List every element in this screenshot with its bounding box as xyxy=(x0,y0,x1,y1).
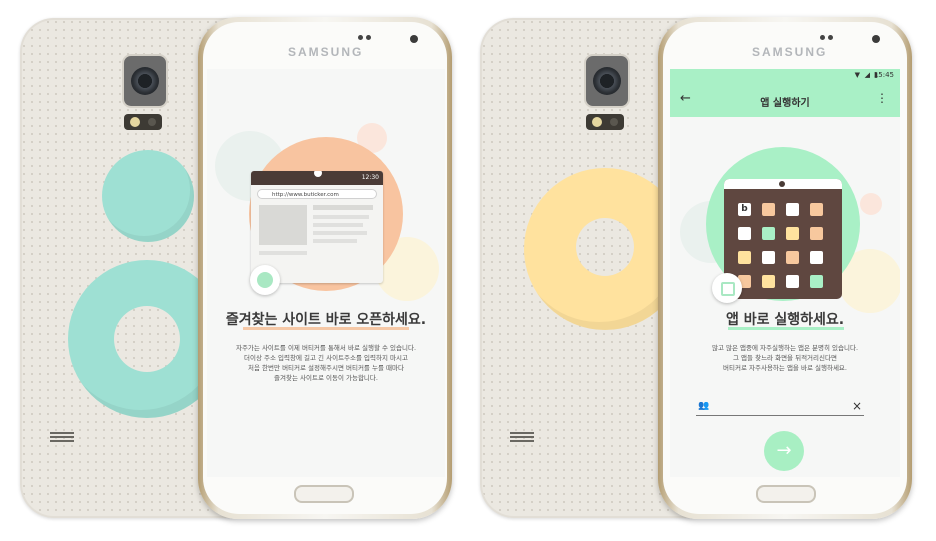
url-bar: http://www.buticker.com xyxy=(257,189,377,199)
brand-logo: SAMSUNG xyxy=(288,45,364,59)
app-bar: ← 앱 실행하기 ⋮ xyxy=(670,83,900,117)
url-text: http://www.buticker.com xyxy=(272,192,339,198)
camera-flash xyxy=(586,114,624,130)
status-bar: 15:45 ▼ ◢ ▮ xyxy=(670,69,900,83)
body-line: 더이상 주소 입력창에 길고 긴 사이트주소를 입력하지 마시고 xyxy=(244,354,408,362)
statusbar: 12:30 xyxy=(251,171,383,185)
small-round-sticker xyxy=(102,150,194,242)
left-phone-front: SAMSUNG 12:30 http://www.buticker.com 즐겨… xyxy=(198,17,452,519)
clear-icon[interactable]: × xyxy=(852,399,862,413)
appbar-title: 앱 실행하기 xyxy=(760,98,810,109)
left-screen: 12:30 http://www.buticker.com 즐겨찾는 사이트 바… xyxy=(207,69,445,477)
right-phone-front: SAMSUNG 15:45 ▼ ◢ ▮ ← 앱 실행하기 ⋮ b 앱 바로 실행… xyxy=(658,17,912,519)
more-vert-icon[interactable]: ⋮ xyxy=(876,91,888,105)
sensor-dot xyxy=(358,35,363,40)
open-in-new-icon xyxy=(712,273,742,303)
tablet-illustration: b xyxy=(724,179,842,299)
app-input[interactable] xyxy=(712,399,846,415)
headline: 즐겨찾는 사이트 바로 오픈하세요. xyxy=(225,312,427,328)
signal-icon: ◢ xyxy=(864,71,870,79)
body-line: 그 앱들 찾느라 화면을 뒤적거리신다면 xyxy=(733,354,837,362)
front-camera xyxy=(872,35,880,43)
body-line: 즐겨찾는 사이트로 이동이 가능합니다. xyxy=(274,374,378,382)
battery-icon: ▮ xyxy=(874,71,878,79)
body-line: 버티커로 자주사용하는 앱을 바로 실행하세요. xyxy=(723,364,847,372)
home-button[interactable] xyxy=(756,485,816,503)
body-line: 처음 한번만 버티커로 설정해주시면 버티커를 누를 때마다 xyxy=(248,364,404,372)
headline: 앱 바로 실행하세요. xyxy=(725,312,845,328)
camera-flash xyxy=(124,114,162,130)
sensor-dot xyxy=(820,35,825,40)
body-line: 자주가는 사이트를 이제 버티커를 통해서 바로 실행할 수 있습니다. xyxy=(235,344,417,352)
tablet-badge: b xyxy=(738,203,751,216)
camera-lens xyxy=(122,54,168,108)
front-camera xyxy=(410,35,418,43)
camera-lens xyxy=(584,54,630,108)
speaker-grill-icon xyxy=(50,432,74,444)
sensor-dot xyxy=(828,35,833,40)
statusbar-time: 12:30 xyxy=(361,174,379,181)
right-screen: 15:45 ▼ ◢ ▮ ← 앱 실행하기 ⋮ b 앱 바로 실행하세요. 많고 … xyxy=(670,69,900,477)
speaker-grill-icon xyxy=(510,432,534,444)
home-button[interactable] xyxy=(294,485,354,503)
person-icon: 👥 xyxy=(698,401,710,411)
wifi-icon: ▼ xyxy=(854,71,860,79)
sensor-dot xyxy=(366,35,371,40)
camera-notch xyxy=(314,171,322,177)
body-line: 많고 많은 앱중에 자주실행하는 앱은 분명히 있습니다. xyxy=(711,344,859,352)
compass-icon xyxy=(250,265,280,295)
brand-logo: SAMSUNG xyxy=(752,45,828,59)
go-button[interactable]: → xyxy=(764,431,804,471)
